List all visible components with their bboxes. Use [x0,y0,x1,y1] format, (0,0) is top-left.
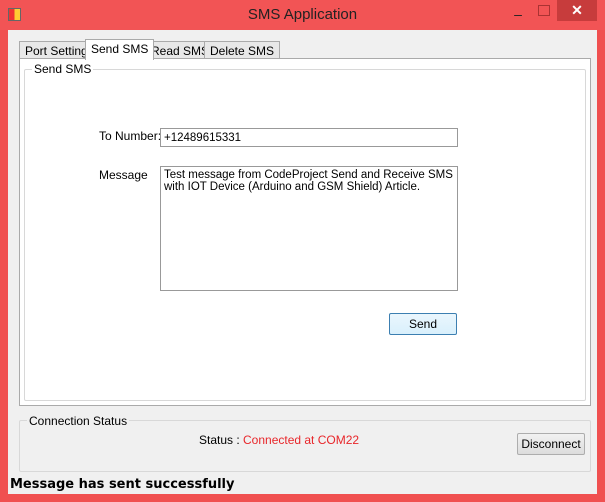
send-button[interactable]: Send [389,313,457,335]
connection-status-label: Connection Status [27,414,130,428]
disconnect-button[interactable]: Disconnect [517,433,585,455]
status-bar-text: Message has sent successfully [10,477,235,492]
to-number-label: To Number: [99,129,162,143]
to-number-input[interactable] [160,128,458,147]
close-button[interactable]: ✕ [557,0,597,21]
tab-send-sms[interactable]: Send SMS [85,39,155,60]
status-bar: Message has sent successfully [8,476,597,494]
message-label: Message [99,168,148,182]
send-sms-tab-page: Send SMS To Number: Message Test message… [19,58,591,406]
message-textarea[interactable]: Test message from CodeProject Send and R… [160,166,458,291]
status-value: Connected at COM22 [243,433,360,447]
connection-status-group: Connection Status Status : Connected at … [19,414,591,472]
maximize-button[interactable] [538,5,550,16]
status-label: Status : [199,433,240,447]
tab-delete-sms[interactable]: Delete SMS [204,41,281,59]
title-bar[interactable]: SMS Application – ✕ [0,0,605,30]
send-sms-group-label: Send SMS [32,62,94,76]
minimize-button[interactable]: – [510,6,526,22]
